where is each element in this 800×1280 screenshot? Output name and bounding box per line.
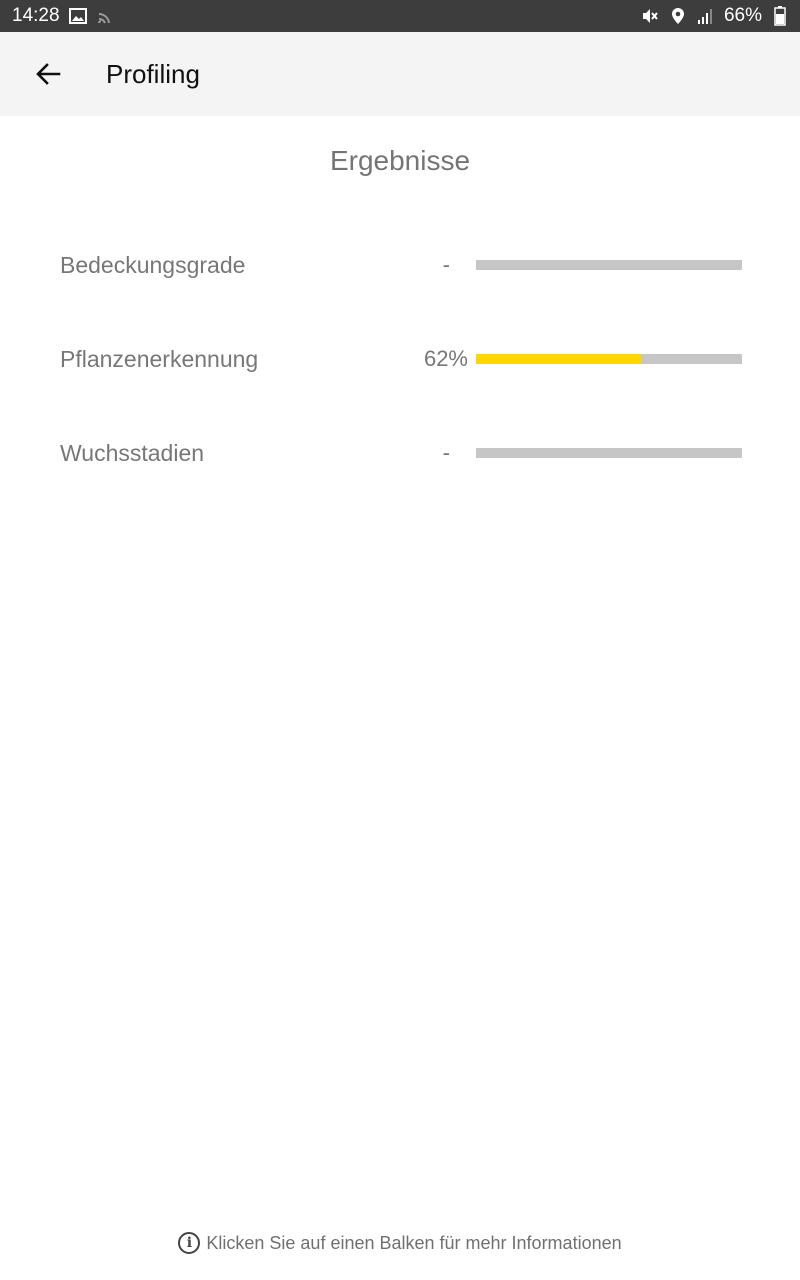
result-row-wuchsstadien[interactable]: Wuchsstadien - <box>0 428 800 478</box>
status-bar: 14:28 66% <box>0 0 800 32</box>
app-bar: Profiling <box>0 32 800 116</box>
page-title: Profiling <box>106 59 200 89</box>
result-value: 62% <box>423 346 468 371</box>
result-label: Bedeckungsgrade <box>60 252 246 278</box>
result-label: Wuchsstadien <box>60 440 205 466</box>
status-bar-left: 14:28 <box>12 5 116 27</box>
progress-bar[interactable] <box>476 448 742 458</box>
info-icon: i <box>178 1232 201 1254</box>
result-label: Pflanzenerkennung <box>60 346 259 372</box>
back-button[interactable] <box>28 54 68 94</box>
footer-hint-text: Klicken Sie auf einen Balken für mehr In… <box>206 1232 622 1253</box>
progress-bar-fill <box>476 354 641 364</box>
location-icon <box>668 6 688 26</box>
battery-icon <box>770 6 790 26</box>
result-value: - <box>442 252 450 277</box>
status-bar-right: 66% <box>640 5 790 27</box>
results-heading: Ergebnisse <box>329 145 471 176</box>
mute-icon <box>640 6 660 26</box>
footer-hint: i Klicken Sie auf einen Balken für mehr … <box>0 1228 800 1258</box>
image-icon <box>68 6 88 26</box>
signal-icon <box>696 6 716 26</box>
battery-percent: 66% <box>723 5 762 26</box>
cast-icon <box>96 6 116 26</box>
arrow-left-icon <box>36 63 61 85</box>
status-time: 14:28 <box>12 5 60 26</box>
result-value: - <box>442 440 450 465</box>
progress-bar[interactable] <box>476 260 742 270</box>
result-row-bedeckungsgrade[interactable]: Bedeckungsgrade - <box>0 240 800 290</box>
progress-bar[interactable] <box>476 354 742 364</box>
result-row-pflanzenerkennung[interactable]: Pflanzenerkennung 62% <box>0 334 800 384</box>
